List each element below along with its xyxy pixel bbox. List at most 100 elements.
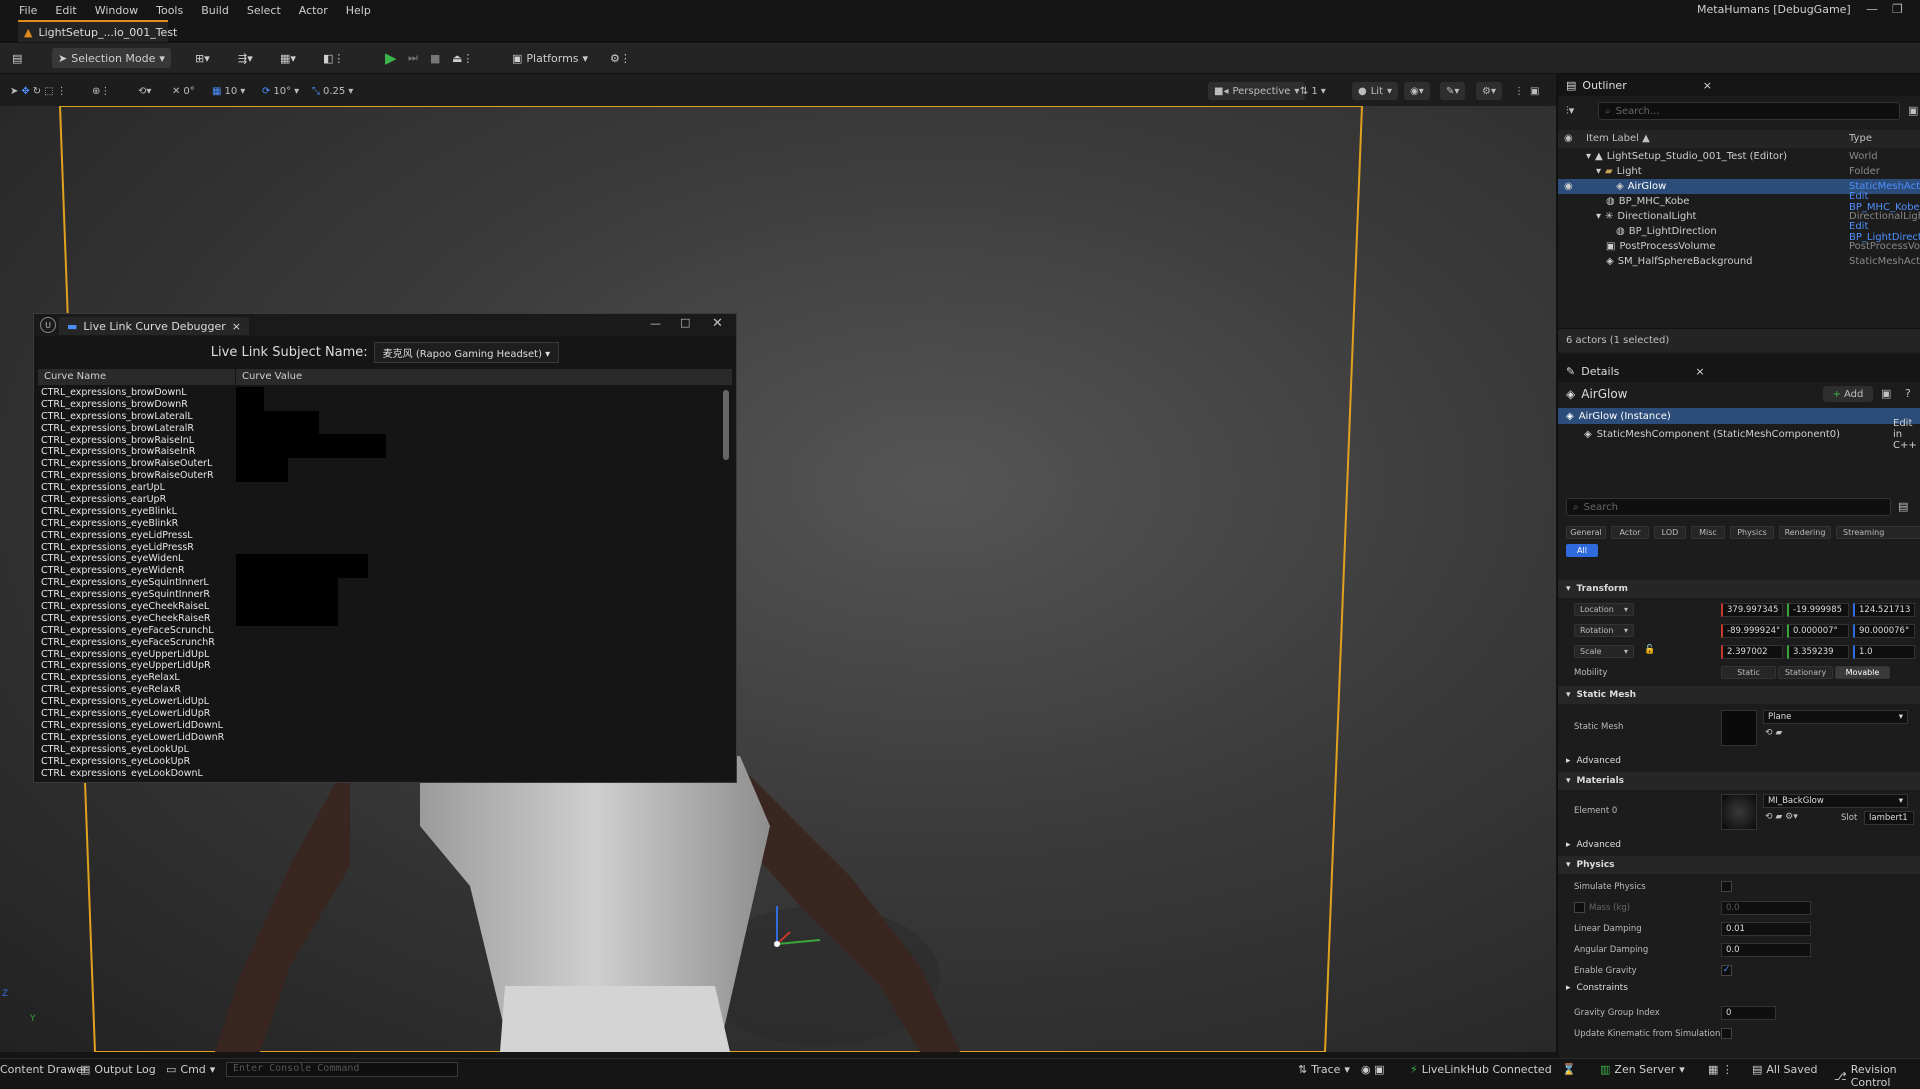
output-log-button[interactable]: ▤ Output Log bbox=[80, 1063, 156, 1076]
viewport-more-icon[interactable]: ⋮ bbox=[1514, 82, 1524, 100]
close-icon[interactable]: ✕ bbox=[712, 316, 723, 331]
blueprint-icon[interactable]: ⇶▾ bbox=[238, 48, 253, 68]
play-icon[interactable]: ▶ bbox=[385, 48, 397, 68]
subject-dropdown[interactable]: 麦克风 (Rapoo Gaming Headset) ▾ bbox=[373, 341, 560, 363]
platforms-button[interactable]: ▣ Platforms ▾ bbox=[512, 48, 588, 68]
close-icon[interactable]: × bbox=[1695, 365, 1704, 378]
restore-icon[interactable]: ❐ bbox=[1892, 2, 1903, 16]
rotate-snap[interactable]: ⟳ 10° ▾ bbox=[262, 82, 299, 100]
modes-icon[interactable]: ◧⋮ bbox=[323, 48, 344, 68]
selection-mode-button[interactable]: ➤ Selection Mode ▾ bbox=[52, 48, 171, 68]
materials-category[interactable]: ▾ Materials bbox=[1558, 772, 1920, 790]
lock-icon[interactable]: 🔓 bbox=[1644, 645, 1655, 655]
world-space-icon[interactable]: ⊕⋮ bbox=[92, 82, 110, 100]
curve-row[interactable]: CTRL_expressions_eyeBlinkL bbox=[38, 506, 720, 518]
debugger-title-bar[interactable]: U ▬ Live Link Curve Debugger × — □ ✕ bbox=[34, 314, 736, 336]
advanced-expander[interactable]: ▸ Advanced bbox=[1558, 752, 1920, 770]
maximize-icon[interactable]: □ bbox=[680, 316, 690, 329]
menu-actor[interactable]: Actor bbox=[290, 4, 337, 17]
expand-icon[interactable]: ▾ bbox=[1586, 151, 1591, 162]
outliner-tab[interactable]: ▤ Outliner × bbox=[1558, 74, 1920, 96]
perspective-button[interactable]: ■◂ Perspective ▾ bbox=[1208, 82, 1306, 100]
filter-lod[interactable]: LOD bbox=[1654, 526, 1686, 539]
save-all-button[interactable]: ▤ All Saved bbox=[1752, 1063, 1818, 1076]
menu-build[interactable]: Build bbox=[192, 4, 238, 17]
material-thumbnail[interactable] bbox=[1721, 794, 1757, 830]
location-x[interactable]: 379.997345 bbox=[1721, 603, 1783, 617]
curve-row[interactable]: CTRL_expressions_eyeLowerLidUpR bbox=[38, 708, 720, 720]
menu-tools[interactable]: Tools bbox=[147, 4, 192, 17]
close-tab-icon[interactable]: × bbox=[232, 320, 241, 333]
use-selected-icon[interactable]: ⟲ ▰ bbox=[1765, 728, 1782, 738]
curve-row[interactable]: CTRL_expressions_eyeLowerLidDownL bbox=[38, 720, 720, 732]
curve-value-header[interactable]: Curve Value bbox=[236, 369, 308, 385]
outliner-row[interactable]: ◈SM_HalfSphereBackground StaticMeshActor bbox=[1558, 254, 1920, 269]
component-row[interactable]: ◈ StaticMeshComponent (StaticMeshComponen… bbox=[1558, 418, 1920, 451]
outliner-row[interactable]: ◍BP_LightDirectionEdit BP_LightDirection bbox=[1558, 221, 1920, 243]
menu-edit[interactable]: Edit bbox=[46, 4, 85, 17]
help-icon[interactable]: ? bbox=[1905, 387, 1911, 400]
curve-row[interactable]: CTRL_expressions_eyeLowerLidUpL bbox=[38, 696, 720, 708]
static-mesh-thumbnail[interactable] bbox=[1721, 710, 1757, 746]
curve-row[interactable]: CTRL_expressions_eyeLookUpL bbox=[38, 744, 720, 756]
blueprint-options-icon[interactable]: ▣ bbox=[1881, 387, 1891, 400]
filter-general[interactable]: General bbox=[1566, 526, 1606, 539]
filter-icon[interactable]: ⫶▾ bbox=[1566, 104, 1574, 118]
rotation-x[interactable]: -89.999924° bbox=[1721, 624, 1783, 638]
filter-actor[interactable]: Actor bbox=[1611, 526, 1649, 539]
scale-y[interactable]: 3.359239 bbox=[1787, 645, 1849, 659]
transform-tools[interactable]: ➤ ✥ ↻ ⬚ ⋮ bbox=[10, 82, 67, 100]
cmd-button[interactable]: ▭ Cmd ▾ bbox=[166, 1063, 215, 1076]
menu-file[interactable]: File bbox=[10, 4, 46, 17]
location-z[interactable]: 124.521713 bbox=[1853, 603, 1915, 617]
angular-damping-field[interactable]: 0.0 bbox=[1721, 943, 1811, 957]
menu-help[interactable]: Help bbox=[337, 4, 380, 17]
menu-window[interactable]: Window bbox=[86, 4, 147, 17]
view-mode-button[interactable]: ● Lit ▾ bbox=[1352, 82, 1399, 100]
visibility-icon[interactable]: ◉ bbox=[1564, 133, 1573, 144]
curve-row[interactable]: CTRL_expressions_earUpL bbox=[38, 482, 720, 494]
advanced-expander[interactable]: ▸ Advanced bbox=[1558, 836, 1920, 854]
expand-icon[interactable]: ▾ bbox=[1596, 166, 1601, 177]
curve-row[interactable]: CTRL_expressions_eyeUpperLidUpR bbox=[38, 660, 720, 672]
filter-physics[interactable]: Physics bbox=[1730, 526, 1774, 539]
minimize-icon[interactable]: — bbox=[650, 317, 661, 330]
curve-row[interactable]: CTRL_expressions_eyeSquintInnerR bbox=[38, 589, 720, 601]
outliner-row[interactable]: ▣PostProcessVolumePostProcessVolume bbox=[1558, 239, 1920, 254]
source-control-icon[interactable]: ▦ ⋮ bbox=[1708, 1063, 1733, 1076]
cinematics-icon[interactable]: ▦▾ bbox=[280, 48, 296, 68]
curve-row[interactable]: CTRL_expressions_browRaiseOuterR bbox=[38, 470, 720, 482]
mass-override-checkbox[interactable] bbox=[1574, 902, 1585, 913]
curve-name-header[interactable]: Curve Name bbox=[38, 369, 236, 385]
component-instance-row[interactable]: ◈ AirGlow (Instance) bbox=[1558, 408, 1920, 424]
curve-row[interactable]: CTRL_expressions_eyeRelaxL bbox=[38, 672, 720, 684]
mobility-static[interactable]: Static bbox=[1721, 666, 1776, 679]
mobility-movable[interactable]: Movable bbox=[1835, 666, 1890, 679]
viewport-settings-icon[interactable]: ⚙▾ bbox=[1476, 82, 1502, 100]
step-icon[interactable]: ⏭ bbox=[408, 48, 418, 68]
mobility-stationary[interactable]: Stationary bbox=[1778, 666, 1833, 679]
curve-row[interactable]: CTRL_expressions_eyeCheekRaiseR bbox=[38, 613, 720, 625]
filter-rendering[interactable]: Rendering bbox=[1779, 526, 1831, 539]
simulate-physics-checkbox[interactable] bbox=[1721, 881, 1732, 892]
outliner-row[interactable]: ◍ BP_MHC_Kobe Edit BP_MHC_Kobe bbox=[1558, 191, 1920, 213]
outliner-search-input[interactable]: ⌕ Search... bbox=[1598, 102, 1900, 120]
material-browse-icon[interactable]: ⟲ ▰ ⚙▾ bbox=[1765, 812, 1798, 822]
curve-table-scrollbar[interactable] bbox=[723, 390, 729, 460]
filter-misc[interactable]: Misc bbox=[1691, 526, 1725, 539]
curve-row[interactable]: CTRL_expressions_eyeLowerLidDownR bbox=[38, 732, 720, 744]
curve-row[interactable]: CTRL_expressions_eyeCheekRaiseL bbox=[38, 601, 720, 613]
curve-row[interactable]: CTRL_expressions_browLateralL bbox=[38, 411, 720, 423]
scale-snap[interactable]: ⤡ 0.25 ▾ bbox=[312, 82, 353, 100]
curve-row[interactable]: CTRL_expressions_eyeWidenR bbox=[38, 565, 720, 577]
curve-row[interactable]: CTRL_expressions_eyeFaceScrunchL bbox=[38, 625, 720, 637]
physics-category[interactable]: ▾ Physics bbox=[1558, 856, 1920, 874]
outliner-row[interactable]: ▾ ▰ Light Folder bbox=[1558, 164, 1920, 179]
rotation-z[interactable]: 90.000076° bbox=[1853, 624, 1915, 638]
material-dropdown[interactable]: MI_BackGlow ▾ bbox=[1763, 794, 1908, 808]
type-header[interactable]: Type bbox=[1849, 133, 1872, 144]
edit-in-cpp-link[interactable]: Edit in C++ bbox=[1893, 418, 1920, 451]
translate-snap[interactable]: ✕ 0° bbox=[172, 82, 195, 100]
surface-snap-icon[interactable]: ⟲▾ bbox=[138, 82, 151, 100]
curve-row[interactable]: CTRL_expressions_browDownR bbox=[38, 399, 720, 411]
